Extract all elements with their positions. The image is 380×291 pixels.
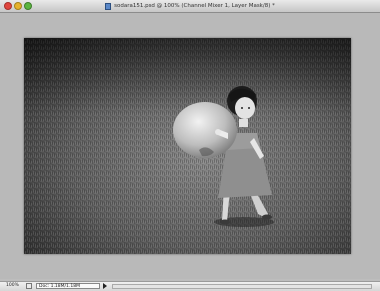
- status-menu-arrow-icon[interactable]: [103, 283, 107, 289]
- title-wrap: sodara151.psd @ 100% (Channel Mixer 1, L…: [0, 0, 380, 12]
- photo-drawing: [24, 38, 351, 254]
- canvas-image[interactable]: [24, 38, 351, 254]
- zoom-level-icon[interactable]: [26, 283, 32, 289]
- window-title: sodara151.psd @ 100% (Channel Mixer 1, L…: [114, 3, 275, 9]
- zoom-level[interactable]: 100%: [6, 283, 19, 288]
- doc-info-text: Doc: 1.18M/1.18M: [39, 284, 80, 289]
- document-window: sodara151.psd @ 100% (Channel Mixer 1, L…: [0, 0, 380, 291]
- doc-info-field[interactable]: Doc: 1.18M/1.18M: [36, 283, 100, 289]
- horizontal-scrollbar[interactable]: [112, 284, 372, 289]
- psd-file-icon: [105, 2, 112, 10]
- title-bar[interactable]: sodara151.psd @ 100% (Channel Mixer 1, L…: [0, 0, 380, 13]
